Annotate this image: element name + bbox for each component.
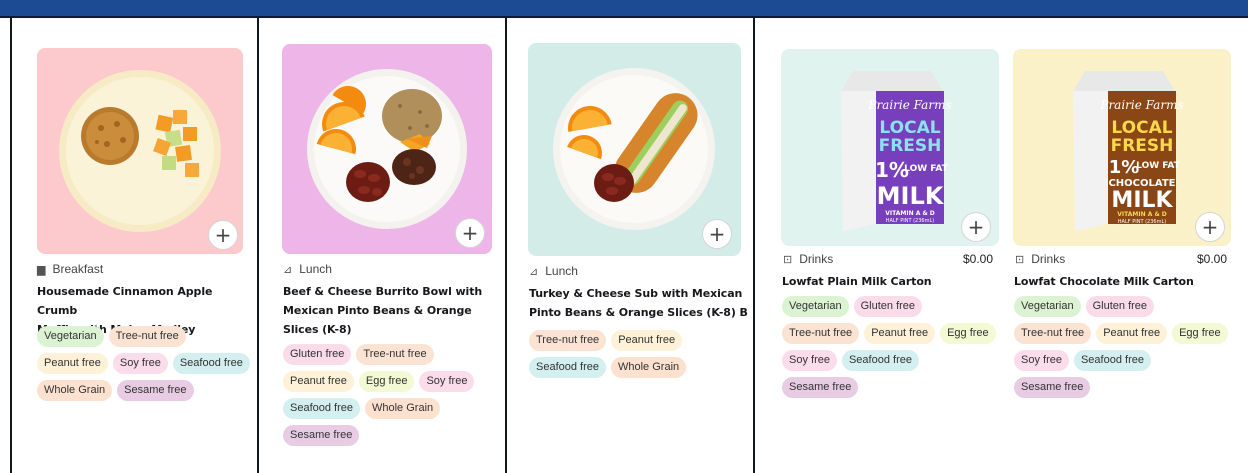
tag-tree-nut-free: Tree-nut free [782,323,860,344]
carton-milk-text: MILK [1111,188,1173,213]
column-divider [505,18,507,473]
tag-egg-free: Egg free [1172,323,1228,344]
item-title-line: Slices (K-8) [283,323,352,336]
tag-sesame-free: Sesame free [782,377,859,398]
tag-soy-free: Soy free [112,353,168,374]
cup-icon: ⊡ [783,253,793,266]
item-title-line: Lowfat Chocolate Milk Carton [1014,275,1194,288]
add-item-button[interactable]: + [702,219,732,249]
tag-seafood-free: Seafood free [283,398,360,419]
tag-gluten-free: Gluten free [1085,296,1155,317]
meal-type-label: Drinks [1031,252,1066,266]
carton-brand-text: Prairie Farms [867,98,951,112]
item-title-line: Pinto Beans & Orange Slices (K-8) B [529,306,748,319]
meal-type-row: ⊡ Drinks [1015,252,1065,266]
tag-peanut-free: Peanut free [864,323,936,344]
meal-type-row: ⊿ Lunch [529,264,578,278]
dietary-tags: Gluten free Tree-nut free Peanut free Eg… [283,344,497,446]
item-price: $0.00 [1197,252,1228,266]
column-divider [257,18,259,473]
carton-milk-text: MILK [877,182,945,210]
header-bar [0,0,1248,18]
tag-seafood-free: Seafood free [529,357,606,378]
tag-vegetarian: Vegetarian [37,326,104,347]
carton-local-text: LOCAL [1111,118,1172,138]
item-price: $0.00 [963,252,994,266]
column-divider [10,18,12,473]
add-item-button[interactable]: + [1195,212,1225,242]
tag-gluten-free: Gluten free [283,344,352,365]
tag-seafood-free: Seafood free [841,350,919,371]
item-title[interactable]: Turkey & Cheese Sub with Mexican Pinto B… [529,284,749,322]
dietary-tags: Vegetarian Gluten free Tree-nut free Pea… [782,296,996,398]
tag-peanut-free: Peanut free [283,371,354,392]
dietary-tags: Vegetarian Tree-nut free Peanut free Soy… [37,326,251,401]
tag-gluten-free: Gluten free [853,296,923,317]
tag-tree-nut-free: Tree-nut free [108,326,186,347]
tag-soy-free: Soy free [419,371,475,392]
item-title[interactable]: Beef & Cheese Burrito Bowl with Mexican … [283,282,497,339]
tag-soy-free: Soy free [1014,350,1069,371]
tag-vegetarian: Vegetarian [1014,296,1081,317]
tag-peanut-free: Peanut free [611,330,683,351]
add-item-button[interactable]: + [961,212,991,242]
tray-icon: ⊿ [283,263,293,276]
item-title[interactable]: Lowfat Plain Milk Carton [782,272,996,291]
meal-type-label: Breakfast [52,262,104,276]
carton-local-text: LOCAL [879,118,940,138]
meal-type-row: ⊡ Drinks [783,252,833,266]
tray-icon: ⊿ [529,265,539,278]
tag-tree-nut-free: Tree-nut free [529,330,607,351]
tag-seafood-free: Seafood free [172,353,250,374]
carton-fresh-text: FRESH [879,136,942,156]
tag-peanut-free: Peanut free [1096,323,1168,344]
add-item-button[interactable]: + [455,218,485,248]
carton-size-text: HALF PINT (236mL) [1118,219,1166,225]
tag-peanut-free: Peanut free [37,353,108,374]
tag-vegetarian: Vegetarian [782,296,849,317]
carton-lowfat-text: LOW FAT [904,164,949,174]
item-title-line: Beef & Cheese Burrito Bowl with [283,285,483,298]
carton-brand-text: Prairie Farms [1099,98,1183,112]
item-title[interactable]: Lowfat Chocolate Milk Carton [1014,272,1238,291]
tag-whole-grain: Whole Grain [611,357,687,378]
tag-whole-grain: Whole Grain [37,380,113,401]
item-title-line: Mexican Pinto Beans & Orange [283,304,472,317]
bread-icon: ▆ [37,263,46,276]
tag-tree-nut-free: Tree-nut free [356,344,434,365]
meal-type-row: ⊿ Lunch [283,262,332,276]
column-divider [753,18,755,473]
cup-icon: ⊡ [1015,253,1025,266]
meal-type-row: ▆ Breakfast [37,262,103,276]
tag-whole-grain: Whole Grain [365,398,441,419]
item-title-line: Turkey & Cheese Sub with Mexican [529,287,743,300]
tag-tree-nut-free: Tree-nut free [1014,323,1092,344]
carton-lowfat-text: LOW FAT [1136,161,1181,171]
tag-seafood-free: Seafood free [1073,350,1151,371]
tag-sesame-free: Sesame free [117,380,194,401]
tag-sesame-free: Sesame free [283,425,360,446]
tag-soy-free: Soy free [782,350,837,371]
carton-percent-text: 1% [1109,157,1140,178]
meal-type-label: Drinks [799,252,834,266]
meal-type-label: Lunch [545,264,578,278]
item-title-line: Lowfat Plain Milk Carton [782,275,932,288]
tag-sesame-free: Sesame free [1014,377,1091,398]
carton-vitamin-text: VITAMIN A & D [1117,211,1167,218]
tag-egg-free: Egg free [940,323,996,344]
carton-fresh-text: FRESH [1111,136,1174,156]
carton-vitamin-text: VITAMIN A & D [885,210,935,217]
add-item-button[interactable]: + [208,220,238,250]
dietary-tags: Tree-nut free Peanut free Seafood free W… [529,330,743,378]
meal-type-label: Lunch [299,262,332,276]
carton-size-text: HALF PINT (236mL) [886,218,934,224]
item-title-line: Housemade Cinnamon Apple Crumb [37,285,213,317]
tag-egg-free: Egg free [358,371,415,392]
dietary-tags: Vegetarian Gluten free Tree-nut free Pea… [1014,296,1228,398]
